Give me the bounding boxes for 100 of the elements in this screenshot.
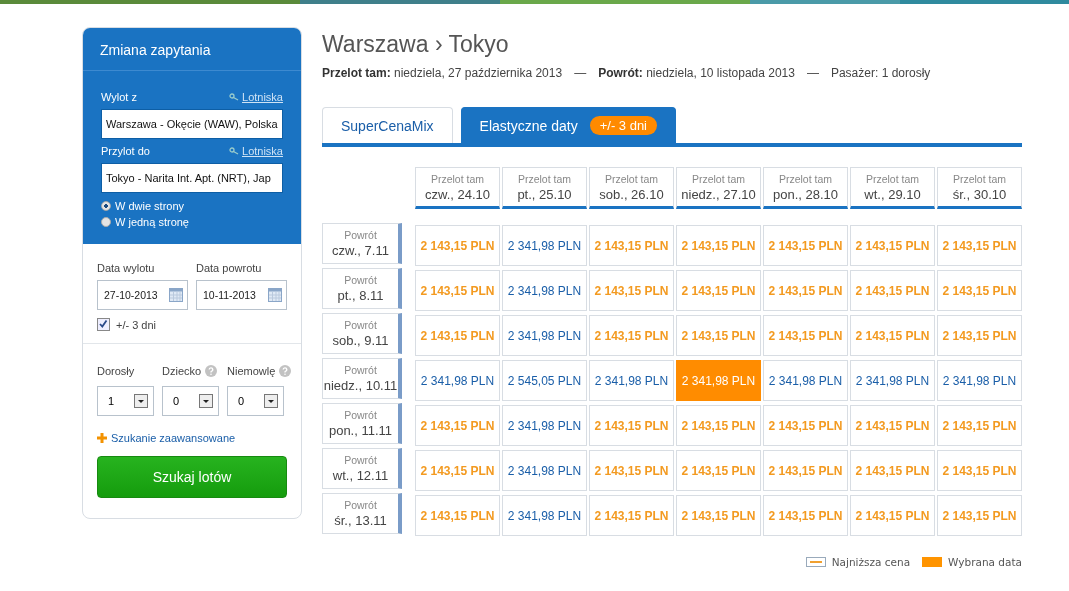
column-header: Przelot tam pon., 28.10 [763, 167, 848, 209]
price-cell[interactable]: 2 143,15 PLN [850, 405, 935, 446]
price-cell[interactable]: 2 143,15 PLN [850, 270, 935, 311]
airports-link[interactable]: Lotniska [229, 145, 283, 157]
price-cell[interactable]: 2 143,15 PLN [415, 225, 500, 266]
row-header: Powrót niedz., 10.11 [322, 358, 402, 399]
count-select[interactable]: 0 [162, 386, 219, 416]
passenger-info: Pasażer: 1 dorosły [830, 66, 931, 80]
price-cell[interactable]: 2 143,15 PLN [763, 225, 848, 266]
calendar-icon[interactable] [169, 288, 183, 302]
price-cell[interactable]: 2 143,15 PLN [763, 450, 848, 491]
price-cell[interactable]: 2 143,15 PLN [850, 495, 935, 536]
column-header: Przelot tam sob., 26.10 [589, 167, 674, 209]
price-cell[interactable]: 2 341,98 PLN [676, 360, 761, 401]
dropdown-icon [199, 394, 213, 408]
price-cell[interactable]: 2 143,15 PLN [937, 315, 1022, 356]
price-cell[interactable]: 2 143,15 PLN [763, 270, 848, 311]
price-cell[interactable]: 2 341,98 PLN [502, 270, 587, 311]
price-cell[interactable]: 2 341,98 PLN [937, 360, 1022, 401]
price-cell[interactable]: 2 143,15 PLN [676, 315, 761, 356]
price-cell[interactable]: 2 143,15 PLN [589, 270, 674, 311]
price-cell[interactable]: 2 143,15 PLN [850, 225, 935, 266]
price-cell[interactable]: 2 143,15 PLN [415, 270, 500, 311]
route-title: Warszawa › Tokyo [322, 31, 510, 58]
row-header: Powrót pt., 8.11 [322, 268, 402, 309]
trip-type-radio[interactable]: W dwie strony [101, 198, 283, 214]
column-header: Przelot tam niedz., 27.10 [676, 167, 761, 209]
price-cell[interactable]: 2 143,15 PLN [415, 495, 500, 536]
count-select[interactable]: 0 [227, 386, 284, 416]
search-button[interactable]: Szukaj lotów [97, 456, 287, 498]
price-cell[interactable]: 2 545,05 PLN [502, 360, 587, 401]
price-cell[interactable]: 2 143,15 PLN [415, 405, 500, 446]
plus-icon [97, 433, 107, 443]
price-cell[interactable]: 2 143,15 PLN [676, 270, 761, 311]
price-cell[interactable]: 2 143,15 PLN [676, 495, 761, 536]
price-cell[interactable]: 2 341,98 PLN [415, 360, 500, 401]
price-cell[interactable]: 2 143,15 PLN [589, 450, 674, 491]
airports-link[interactable]: Lotniska [229, 91, 283, 103]
field-label: Niemowlę [227, 365, 276, 377]
outbound-info: Przelot tam: niedziela, 27 października 2013 [322, 66, 563, 80]
trip-type-radio[interactable]: W jedną stronę [101, 214, 283, 230]
row-header: Powrót pon., 11.11 [322, 403, 402, 444]
price-cell[interactable]: 2 143,15 PLN [589, 315, 674, 356]
field-label: Dorosły [97, 365, 135, 377]
price-cell[interactable]: 2 143,15 PLN [937, 225, 1022, 266]
price-cell[interactable]: 2 341,98 PLN [502, 405, 587, 446]
legend-label: Najniższa cena [831, 556, 911, 568]
help-icon[interactable] [279, 365, 292, 377]
price-cell[interactable]: 2 143,15 PLN [850, 450, 935, 491]
price-cell[interactable]: 2 143,15 PLN [763, 405, 848, 446]
field-label: Przylot do [101, 145, 150, 157]
field-label: Data wylotu [97, 262, 156, 274]
return-info: Powrót: niedziela, 10 listopada 2013 [598, 66, 795, 80]
row-header: Powrót wt., 12.11 [322, 448, 402, 489]
price-cell[interactable]: 2 341,98 PLN [502, 315, 587, 356]
search-icon [229, 93, 239, 101]
price-cell[interactable]: 2 143,15 PLN [937, 495, 1022, 536]
price-cell[interactable]: 2 143,15 PLN [589, 405, 674, 446]
dropdown-icon [264, 394, 278, 408]
price-cell[interactable]: 2 143,15 PLN [589, 225, 674, 266]
separator: — [574, 66, 587, 80]
arrival-field[interactable]: Tokyo - Narita Int. Apt. (NRT), Jap [101, 163, 283, 193]
price-cell[interactable]: 2 143,15 PLN [676, 225, 761, 266]
price-cell[interactable]: 2 143,15 PLN [937, 405, 1022, 446]
price-cell[interactable]: 2 143,15 PLN [676, 450, 761, 491]
row-header: Powrót sob., 9.11 [322, 313, 402, 354]
range-badge: +/- 3 dni [589, 116, 657, 135]
price-cell[interactable]: 2 143,15 PLN [676, 405, 761, 446]
count-select[interactable]: 1 [97, 386, 154, 416]
price-cell[interactable]: 2 341,98 PLN [589, 360, 674, 401]
calendar-icon[interactable] [268, 288, 282, 302]
help-icon[interactable] [205, 365, 218, 377]
price-cell[interactable]: 2 341,98 PLN [502, 495, 587, 536]
price-cell[interactable]: 2 341,98 PLN [763, 360, 848, 401]
price-cell[interactable]: 2 143,15 PLN [937, 270, 1022, 311]
column-header: Przelot tam wt., 29.10 [850, 167, 935, 209]
advanced-search-link[interactable]: Szukanie zaawansowane [97, 432, 287, 444]
price-cell[interactable]: 2 143,15 PLN [589, 495, 674, 536]
date-field[interactable]: 10-11-2013 [196, 280, 287, 310]
selected-date-swatch [922, 557, 943, 567]
price-cell[interactable]: 2 143,15 PLN [763, 315, 848, 356]
price-cell[interactable]: 2 143,15 PLN [763, 495, 848, 536]
tab[interactable]: Elastyczne daty +/- 3 dni [460, 107, 676, 143]
price-cell[interactable]: 2 143,15 PLN [937, 450, 1022, 491]
column-header: Przelot tam pt., 25.10 [502, 167, 587, 209]
price-cell[interactable]: 2 143,15 PLN [415, 315, 500, 356]
tab[interactable]: SuperCenaMix [322, 107, 453, 143]
column-header: Przelot tam czw., 24.10 [415, 167, 500, 209]
price-cell[interactable]: 2 341,98 PLN [502, 450, 587, 491]
field-label: Wylot z [101, 91, 137, 103]
departure-field[interactable]: Warszawa - Okęcie (WAW), Polska [101, 109, 283, 139]
price-cell[interactable]: 2 143,15 PLN [415, 450, 500, 491]
field-label: Dziecko [162, 365, 202, 377]
flexible-dates-checkbox[interactable]: +/- 3 dni [97, 318, 287, 331]
price-cell[interactable]: 2 341,98 PLN [502, 225, 587, 266]
price-cell[interactable]: 2 341,98 PLN [850, 360, 935, 401]
price-cell[interactable]: 2 143,15 PLN [850, 315, 935, 356]
column-header: Przelot tam śr., 30.10 [937, 167, 1022, 209]
date-field[interactable]: 27-10-2013 [97, 280, 188, 310]
dropdown-icon [134, 394, 148, 408]
